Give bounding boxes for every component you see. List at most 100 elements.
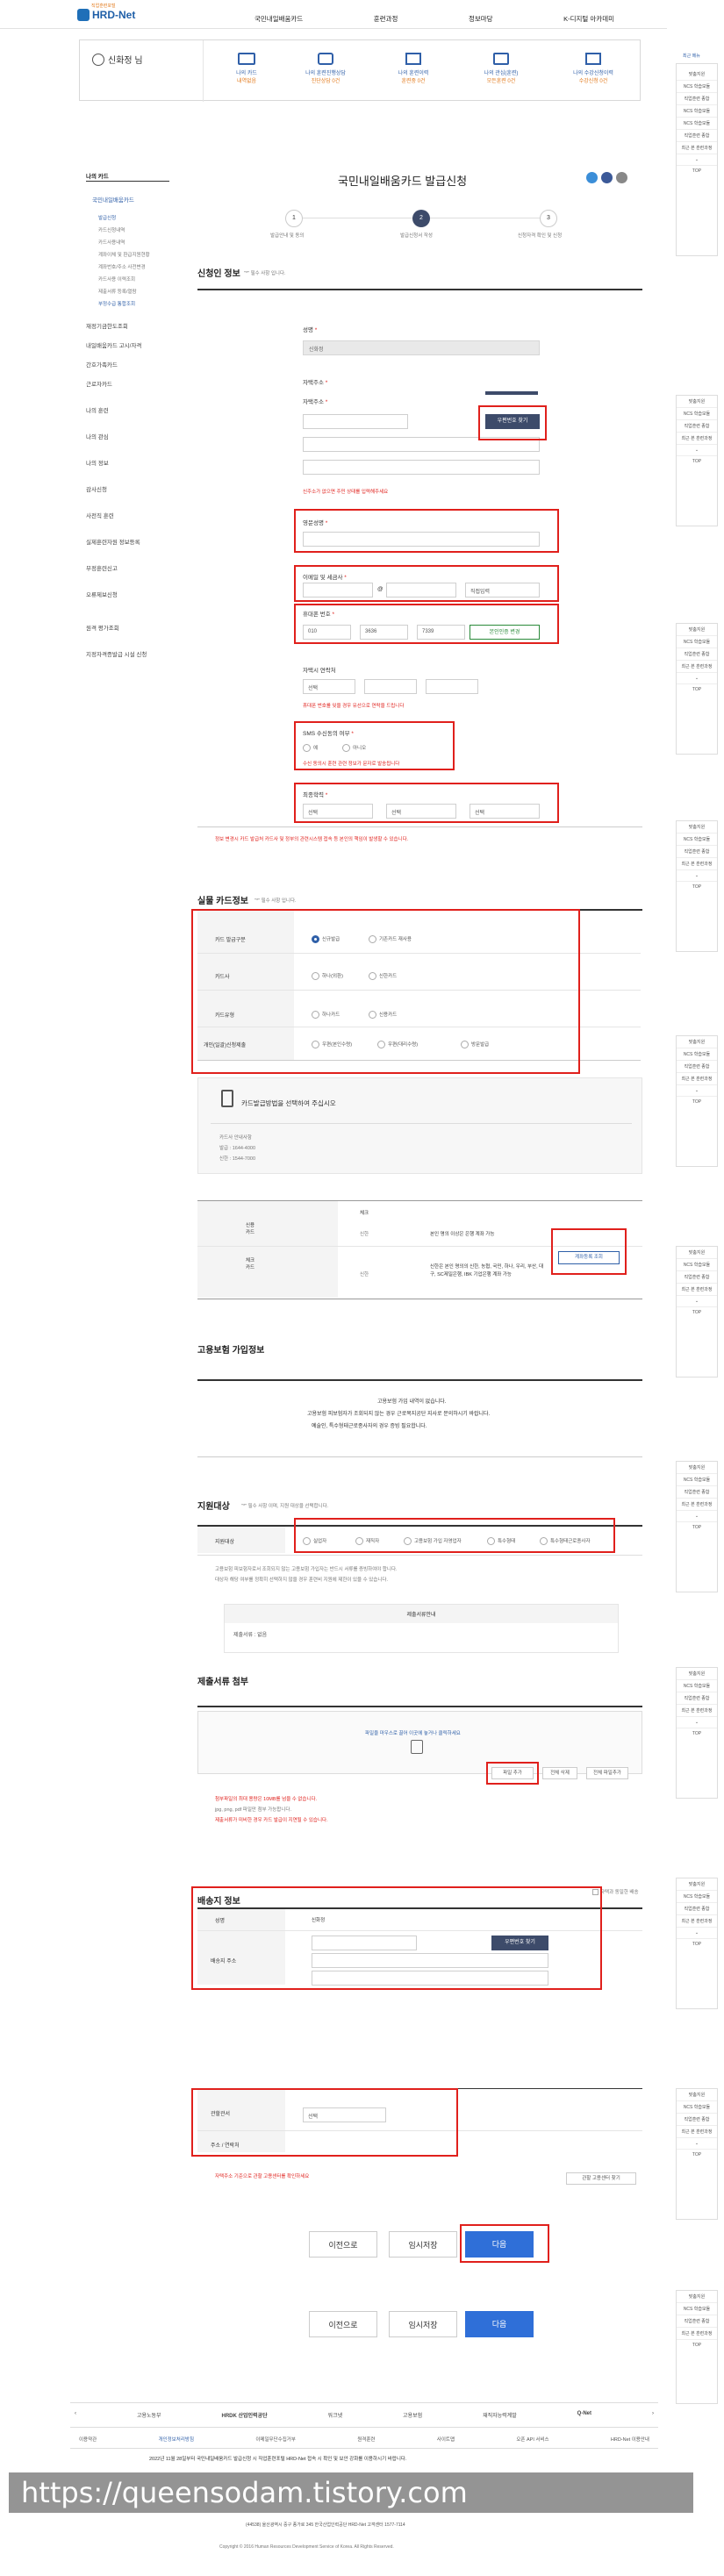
sidebar-sub-apply[interactable]: 발급신청 <box>98 214 116 221</box>
footer-link-1[interactable]: 개인정보처리방침 <box>159 2436 194 2443</box>
rp10-item-2[interactable]: 직업훈련 종합 <box>677 2114 717 2126</box>
rp6-item-2[interactable]: 직업훈련 종합 <box>677 1271 717 1284</box>
temp-save-button[interactable]: 임시저장 <box>389 2231 457 2258</box>
logo[interactable]: 직업훈련포털 HRD-Net <box>77 3 139 27</box>
rp5-item-3[interactable]: 최근 본 훈련과정 <box>677 1073 717 1085</box>
sidebar-item-8[interactable]: 사전직 훈련 <box>86 511 114 519</box>
rp9-item-2[interactable]: 직업훈련 종합 <box>677 1903 717 1915</box>
rp2-item-1[interactable]: NCS 학습모듈 <box>677 408 717 420</box>
sidebar-item-11[interactable]: 오류제보신청 <box>86 590 118 598</box>
rp3-chevron-icon[interactable]: ⌄ <box>677 673 717 684</box>
sidebar-item-7[interactable]: 감사신청 <box>86 484 107 493</box>
rp2-top[interactable]: TOP <box>677 456 717 467</box>
sidebar-sub-4[interactable]: 계좌번호/주소 사전변경 <box>98 263 146 270</box>
facebook-icon[interactable] <box>601 172 613 183</box>
rp6-item-3[interactable]: 최근 본 훈련과정 <box>677 1284 717 1296</box>
sidebar-item-4[interactable]: 나의 훈련 <box>86 405 109 414</box>
rp11-item-1[interactable]: NCS 학습모듈 <box>677 2303 717 2315</box>
sidebar-item-0[interactable]: 재정기금한도조회 <box>86 321 128 330</box>
sidebar-item-3[interactable]: 근로자카드 <box>86 379 112 388</box>
rp3-item-1[interactable]: NCS 학습모듈 <box>677 636 717 648</box>
rp6-item-1[interactable]: NCS 학습모듈 <box>677 1259 717 1271</box>
rp7-item-0[interactable]: 맞춤지원 <box>677 1462 717 1474</box>
rp3-item-2[interactable]: 직업훈련 종합 <box>677 648 717 661</box>
footer-link-6[interactable]: HRD-Net 이용안내 <box>611 2436 649 2443</box>
home-phone-last[interactable] <box>426 679 478 694</box>
nav-item-course[interactable]: 훈련과정 <box>374 14 398 24</box>
rp7-chevron-icon[interactable]: ⌄ <box>677 1511 717 1522</box>
rp6-item-0[interactable]: 맞춤지원 <box>677 1247 717 1259</box>
rp-item-1b[interactable]: NCS 학습모듈 <box>677 105 717 118</box>
rp9-item-3[interactable]: 최근 본 훈련과정 <box>677 1915 717 1928</box>
nav-item-info[interactable]: 정보마당 <box>469 14 493 24</box>
rp9-chevron-icon[interactable]: ⌄ <box>677 1928 717 1939</box>
sidebar-active[interactable]: 국민내일배움카드 <box>92 195 134 204</box>
rp10-item-3[interactable]: 최근 본 훈련과정 <box>677 2126 717 2138</box>
next-button-2[interactable]: 다음 <box>465 2311 534 2337</box>
rp7-item-2[interactable]: 직업훈련 종합 <box>677 1486 717 1499</box>
rp10-item-0[interactable]: 맞춤지원 <box>677 2089 717 2101</box>
rp10-chevron-icon[interactable]: ⌄ <box>677 2138 717 2150</box>
my-history-link[interactable]: 나의 훈련이력 훈련중 0건 <box>378 53 448 84</box>
rp2-item-0[interactable]: 맞춤지원 <box>677 396 717 408</box>
sidebar-item-10[interactable]: 부정훈련신고 <box>86 563 118 572</box>
rp-item-0[interactable]: 맞춤지원 <box>677 64 717 81</box>
rp8-chevron-icon[interactable]: ⌄ <box>677 1717 717 1728</box>
sidebar-sub-7[interactable]: 부정수급 통합조회 <box>98 300 135 307</box>
share-icon[interactable] <box>616 172 627 183</box>
add-all-file-button[interactable]: 전체 파일추가 <box>586 1767 628 1779</box>
rp2-item-2[interactable]: 직업훈련 종합 <box>677 420 717 433</box>
rp3-top[interactable]: TOP <box>677 684 717 695</box>
sidebar-item-5[interactable]: 나의 관심 <box>86 432 109 440</box>
rp5-item-2[interactable]: 직업훈련 종합 <box>677 1061 717 1073</box>
rp-chevron-icon[interactable]: ⌄ <box>677 154 717 166</box>
rp11-item-0[interactable]: 맞춤지원 <box>677 2291 717 2303</box>
my-apply-link[interactable]: 나의 수강신청이력 수강신청 0건 <box>554 53 633 84</box>
sidebar-title[interactable]: 나의 카드 <box>86 171 109 180</box>
partner-next-icon[interactable]: › <box>652 2411 654 2419</box>
rp10-top[interactable]: TOP <box>677 2150 717 2160</box>
nav-item-academy[interactable]: K-디지털 아카데미 <box>563 14 614 24</box>
rp2-chevron-icon[interactable]: ⌄ <box>677 445 717 456</box>
rp7-item-3[interactable]: 최근 본 훈련과정 <box>677 1499 717 1511</box>
sidebar-sub-2[interactable]: 카드사용내역 <box>98 239 125 246</box>
twitter-icon[interactable] <box>586 172 598 183</box>
zipcode-input[interactable] <box>303 414 408 429</box>
sidebar-sub-1[interactable]: 카드신청내역 <box>98 226 125 233</box>
rp6-top[interactable]: TOP <box>677 1307 717 1318</box>
rp9-item-0[interactable]: 맞춤지원 <box>677 1878 717 1891</box>
rp9-top[interactable]: TOP <box>677 1939 717 1950</box>
rp4-item-0[interactable]: 맞춤지원 <box>677 821 717 834</box>
rp4-item-2[interactable]: 직업훈련 종합 <box>677 846 717 858</box>
rp4-chevron-icon[interactable]: ⌄ <box>677 870 717 882</box>
nav-item-card[interactable]: 국민내일배움카드 <box>254 14 303 24</box>
rp11-item-2[interactable]: 직업훈련 종합 <box>677 2315 717 2328</box>
delete-all-button[interactable]: 전체 삭제 <box>542 1767 577 1779</box>
prev-button-2[interactable]: 이전으로 <box>309 2311 377 2337</box>
home-phone-mid[interactable] <box>364 679 417 694</box>
rp11-item-3[interactable]: 최근 본 훈련과정 <box>677 2328 717 2340</box>
rp10-item-1[interactable]: NCS 학습모듈 <box>677 2101 717 2114</box>
rp-item-2[interactable]: 직업훈련 종합 <box>677 93 717 105</box>
rp7-item-1[interactable]: NCS 학습모듈 <box>677 1474 717 1486</box>
sidebar-item-12[interactable]: 원격 평가조회 <box>86 623 119 632</box>
address-detail-input[interactable] <box>303 460 540 475</box>
my-counsel-link[interactable]: 나의 훈련진행상담 진단상담 0건 <box>290 53 361 84</box>
rp5-top[interactable]: TOP <box>677 1097 717 1107</box>
my-interest-link[interactable]: 나의 관심(훈련) 모든훈련 0건 <box>466 53 536 84</box>
file-drop-zone[interactable]: 파일을 마우스로 끌어 이곳에 놓거나 클릭하세요 <box>197 1711 642 1774</box>
rp5-item-1[interactable]: NCS 학습모듈 <box>677 1048 717 1061</box>
prev-button[interactable]: 이전으로 <box>309 2231 377 2258</box>
rp4-top[interactable]: TOP <box>677 882 717 892</box>
rp7-top[interactable]: TOP <box>677 1522 717 1533</box>
partner-prev-icon[interactable]: ‹ <box>75 2411 76 2419</box>
rp-item-1c[interactable]: NCS 학습모듈 <box>677 118 717 130</box>
rp-item-1[interactable]: NCS 학습모듈 <box>677 81 717 93</box>
partner-4[interactable]: 재직자능력계발 <box>483 2411 517 2419</box>
home-phone-select[interactable]: 선택 <box>303 679 355 694</box>
sidebar-sub-6[interactable]: 제출서류 등록/열람 <box>98 288 137 295</box>
rp-top-button[interactable]: TOP <box>677 166 717 176</box>
sidebar-item-1[interactable]: 내일배움카드 고시/자격 <box>86 340 141 349</box>
rp8-item-1[interactable]: NCS 학습모듈 <box>677 1680 717 1692</box>
partner-0[interactable]: 고용노동부 <box>137 2411 161 2419</box>
